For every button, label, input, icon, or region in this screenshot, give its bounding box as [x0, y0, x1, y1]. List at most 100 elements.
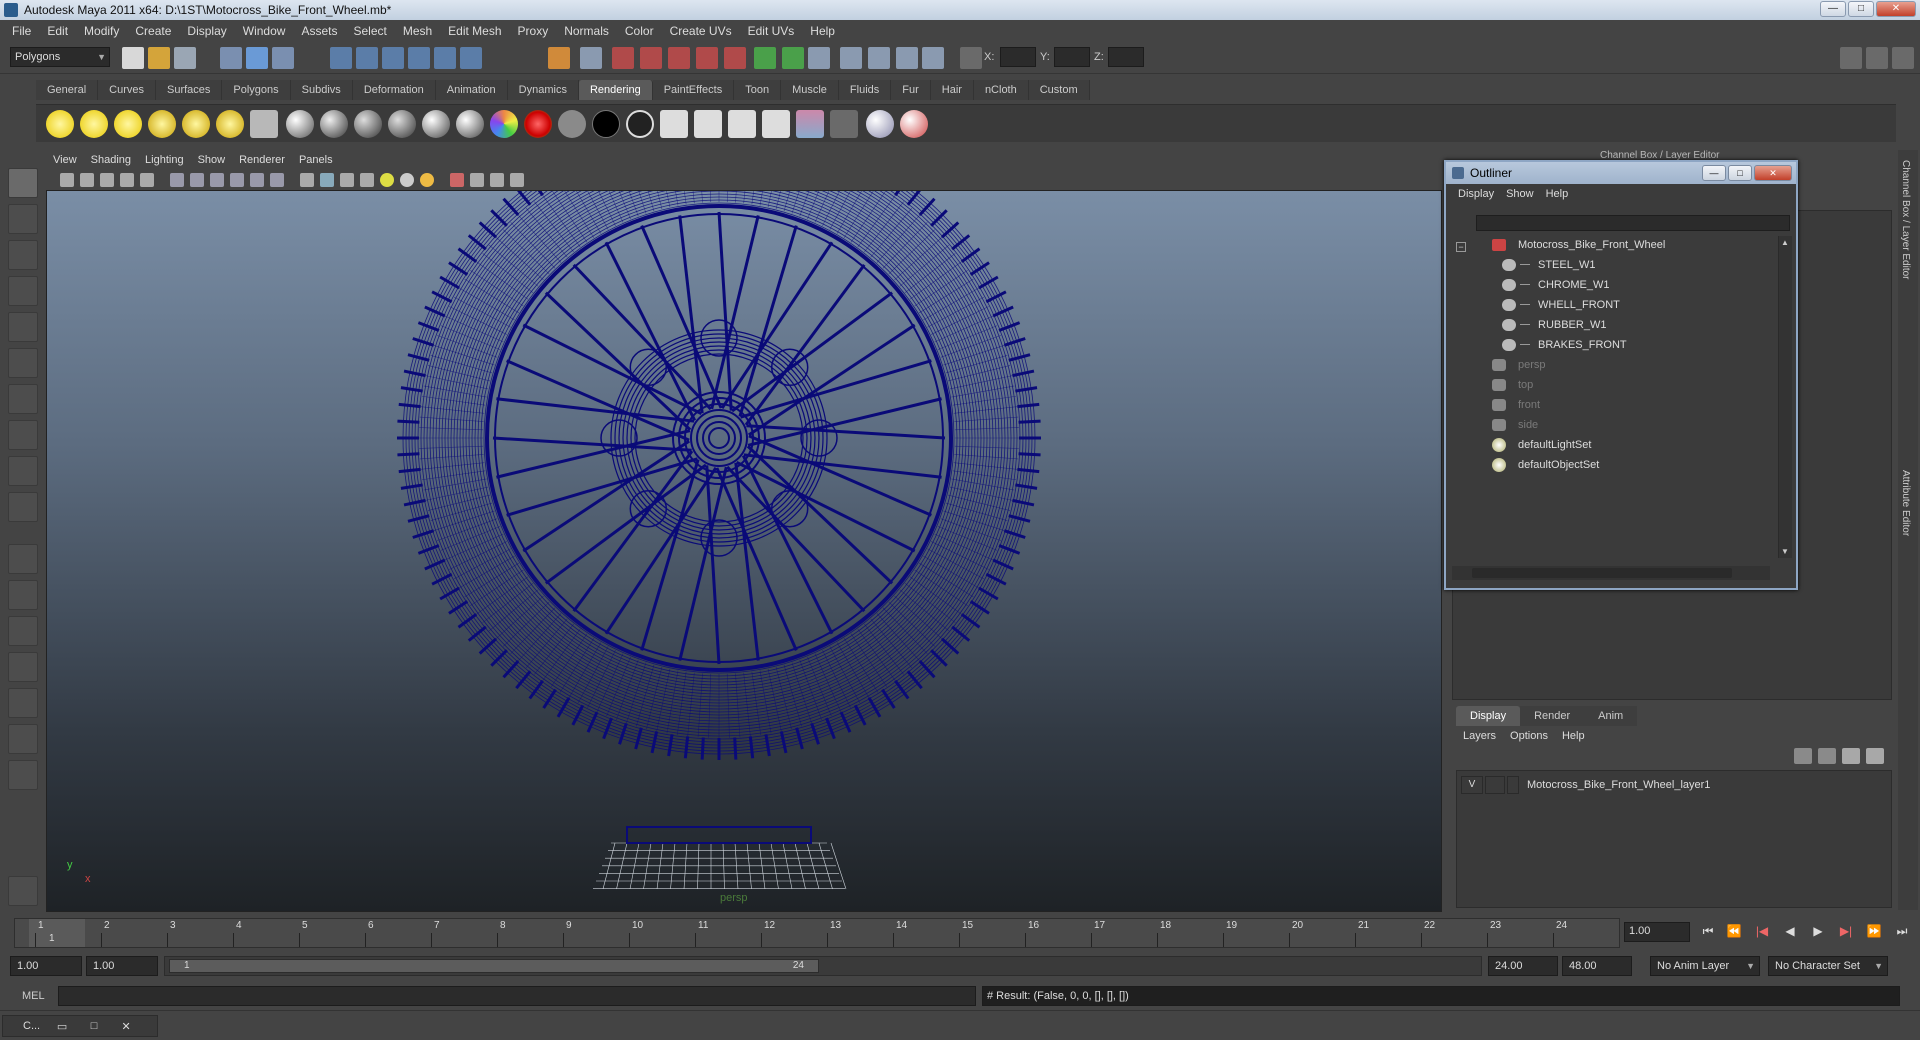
show-manipulator-icon[interactable]: [8, 456, 38, 486]
go-to-end-icon[interactable]: ⏭: [1892, 924, 1912, 942]
shelf-tab-painteffects[interactable]: PaintEffects: [652, 80, 735, 100]
layer-name[interactable]: Motocross_Bike_Front_Wheel_layer1: [1527, 779, 1710, 791]
outliner-horizontal-scrollbar[interactable]: [1452, 566, 1770, 580]
select-tool-icon[interactable]: [8, 168, 38, 198]
shelf-tab-rendering[interactable]: Rendering: [578, 80, 653, 100]
shelf-tab-fluids[interactable]: Fluids: [838, 80, 892, 100]
menu-window[interactable]: Window: [235, 24, 294, 38]
menu-select[interactable]: Select: [345, 24, 394, 38]
smooth-shade-icon[interactable]: [320, 173, 334, 187]
layer-tab-render[interactable]: Render: [1520, 706, 1585, 726]
move-layer-down-icon[interactable]: [1818, 748, 1836, 764]
layer-tab-anim[interactable]: Anim: [1584, 706, 1638, 726]
outliner-filter-input[interactable]: [1476, 215, 1790, 231]
point-light-icon[interactable]: [114, 110, 142, 138]
xray-icon[interactable]: [470, 173, 484, 187]
shelf-tab-surfaces[interactable]: Surfaces: [155, 80, 223, 100]
blinn-shader-icon[interactable]: [320, 110, 348, 138]
save-scene-icon[interactable]: [174, 47, 196, 69]
layer-visibility-toggle[interactable]: V: [1461, 776, 1483, 794]
ipr-render-current-frame-icon[interactable]: [694, 110, 722, 138]
z-field[interactable]: [1108, 47, 1144, 67]
menu-set-dropdown[interactable]: Polygons ▼: [10, 47, 110, 67]
menu-display[interactable]: Display: [179, 24, 234, 38]
rotate-tool-icon[interactable]: [8, 312, 38, 342]
snap-curve-icon[interactable]: [356, 47, 378, 69]
layer-row[interactable]: V Motocross_Bike_Front_Wheel_layer1: [1461, 775, 1889, 795]
directional-light-icon[interactable]: [80, 110, 108, 138]
phong-shader-icon[interactable]: [422, 110, 450, 138]
paint-brush-icon[interactable]: [900, 110, 928, 138]
outliner-close-button[interactable]: ✕: [1754, 165, 1792, 181]
menu-mesh[interactable]: Mesh: [395, 24, 440, 38]
menu-help[interactable]: Help: [802, 24, 843, 38]
ramp-shader-icon[interactable]: [490, 110, 518, 138]
render-current-icon[interactable]: [580, 47, 602, 69]
camera-attributes-icon[interactable]: [80, 173, 94, 187]
create-render-node-icon[interactable]: [626, 110, 654, 138]
render-view-icon[interactable]: [696, 47, 718, 69]
menu-color[interactable]: Color: [617, 24, 662, 38]
render-settings-icon[interactable]: [640, 47, 662, 69]
outliner-menu-display[interactable]: Display: [1452, 188, 1500, 200]
menu-create-uvs[interactable]: Create UVs: [662, 24, 740, 38]
surface-shader-icon[interactable]: [558, 110, 586, 138]
render-settings-shelf-icon[interactable]: [728, 110, 756, 138]
spot-light-icon[interactable]: [148, 110, 176, 138]
lasso-tool-icon[interactable]: [8, 204, 38, 234]
layer-menu-help[interactable]: Help: [1555, 730, 1592, 742]
shelf-tab-fur[interactable]: Fur: [891, 80, 931, 100]
menu-modify[interactable]: Modify: [76, 24, 127, 38]
outliner-minimize-button[interactable]: —: [1702, 165, 1726, 181]
xray-joints-icon[interactable]: [490, 173, 504, 187]
hypershade-icon[interactable]: [668, 47, 690, 69]
use-all-lights-icon[interactable]: [400, 173, 414, 187]
four-view-layout-icon[interactable]: [8, 580, 38, 610]
lambert-shader-icon[interactable]: [354, 110, 382, 138]
show-tool-settings-icon[interactable]: [1866, 47, 1888, 69]
phong-e-shader-icon[interactable]: [456, 110, 484, 138]
single-perspective-layout-icon[interactable]: [8, 544, 38, 574]
minimized-maximize-icon[interactable]: □: [84, 1020, 104, 1032]
side-tab-channel-box[interactable]: Channel Box / Layer Editor: [1900, 160, 1911, 280]
create-empty-layer-icon[interactable]: [1842, 748, 1860, 764]
shelf-tab-hair[interactable]: Hair: [930, 80, 974, 100]
attribute-editor-icon[interactable]: [896, 47, 918, 69]
range-slider[interactable]: 1 24: [164, 956, 1482, 976]
scroll-thumb[interactable]: [1472, 568, 1732, 578]
batch-render-icon[interactable]: [830, 110, 858, 138]
shelf-tab-custom[interactable]: Custom: [1028, 80, 1090, 100]
shelf-tab-subdivs[interactable]: Subdivs: [290, 80, 353, 100]
viewport-menu-renderer[interactable]: Renderer: [232, 154, 292, 166]
minimized-window[interactable]: C... ▭ □ ✕: [2, 1015, 158, 1037]
outliner-menu-show[interactable]: Show: [1500, 188, 1540, 200]
minimize-button[interactable]: —: [1820, 1, 1846, 17]
shelf-tab-polygons[interactable]: Polygons: [222, 80, 291, 100]
menu-file[interactable]: File: [4, 24, 39, 38]
bookmark-icon[interactable]: [100, 173, 114, 187]
input-line-icon[interactable]: [754, 47, 776, 69]
last-tool-icon[interactable]: [8, 492, 38, 522]
scroll-down-icon[interactable]: ▼: [1781, 547, 1789, 556]
render-current-frame-icon[interactable]: [660, 110, 688, 138]
volume-light-icon[interactable]: [216, 110, 244, 138]
history-icon[interactable]: [460, 47, 482, 69]
shelf-tab-dynamics[interactable]: Dynamics: [507, 80, 579, 100]
x-field[interactable]: [1000, 47, 1036, 67]
layer-color-swatch[interactable]: [1507, 776, 1519, 794]
select-hierarchy-icon[interactable]: [220, 47, 242, 69]
tool-settings-icon[interactable]: [868, 47, 890, 69]
viewport-menu-panels[interactable]: Panels: [292, 154, 340, 166]
persp-graph-hypergraph-layout-icon[interactable]: [8, 724, 38, 754]
side-tab-attribute-editor[interactable]: Attribute Editor: [1900, 470, 1911, 536]
collapse-toggle-icon[interactable]: −: [1456, 242, 1466, 252]
y-field[interactable]: [1054, 47, 1090, 67]
safe-title-icon[interactable]: [270, 173, 284, 187]
step-forward-frame-icon[interactable]: ⏩: [1864, 924, 1884, 942]
transform-mode-icon[interactable]: [960, 47, 982, 69]
hypershade-persp-layout-icon[interactable]: [8, 688, 38, 718]
select-component-icon[interactable]: [272, 47, 294, 69]
move-layer-up-icon[interactable]: [1794, 748, 1812, 764]
go-to-start-icon[interactable]: ⏮: [1698, 924, 1718, 942]
hypershade-shelf-icon[interactable]: [762, 110, 790, 138]
